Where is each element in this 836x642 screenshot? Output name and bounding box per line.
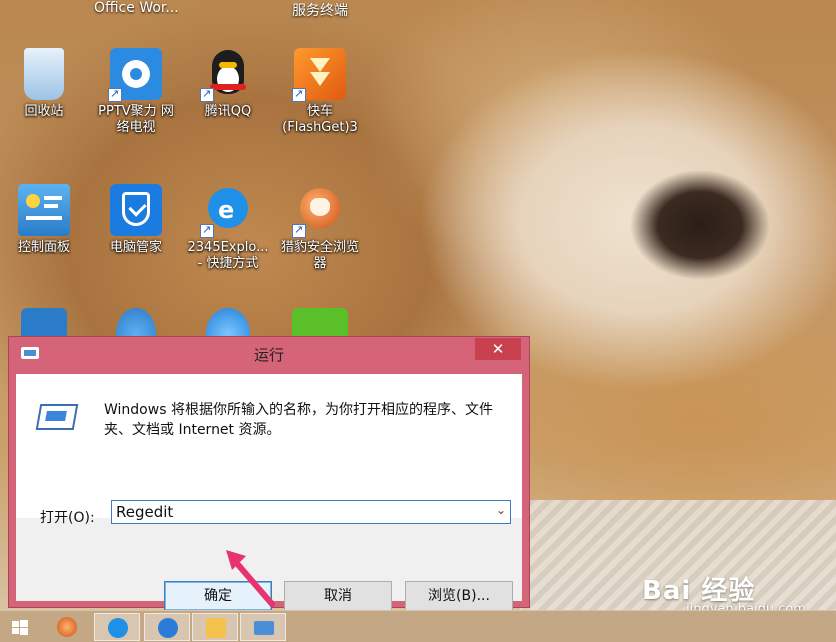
liebao-browser-icon [292,184,346,238]
cancel-button[interactable]: 取消 [284,581,392,611]
run-dialog-content-area [16,374,522,518]
taskbar-ie[interactable] [94,613,140,641]
desktop-icon-label: 2345Explo... - 快捷方式 [187,240,269,271]
taskbar [0,610,836,642]
flashget-icon [292,48,346,102]
recycle-bin-icon [24,48,64,100]
taskbar-liebao[interactable] [44,613,90,641]
chevron-down-icon[interactable]: ⌄ [496,503,506,517]
run-program-icon [35,404,79,432]
desktop-icon-liebao-browser[interactable]: 猎豹安全浏览器 [276,184,364,272]
pc-manager-icon [110,184,162,236]
run-description: Windows 将根据你所输入的名称，为你打开相应的程序、文件夹、文档或 Int… [104,402,493,438]
desktop-icon-pptv[interactable]: PPTV聚力 网络电视 [92,48,180,136]
browse-button[interactable]: 浏览(B)... [405,581,513,611]
close-icon: ✕ [491,340,505,358]
shortcut-arrow-icon [200,86,214,102]
desktop-icon-label: 控制面板 [17,240,70,255]
ie-browser-icon [108,618,128,638]
desktop-icon-flashget[interactable]: 快车 (FlashGet)3 [276,48,364,136]
desktop-icon-label: 猎豹安全浏览器 [280,240,359,271]
shortcut-arrow-icon [292,86,306,102]
run-dialog-title: 运行 [253,346,284,364]
desktop-icon-pc-manager[interactable]: 电脑管家 [92,184,180,256]
shortcut-arrow-icon [200,222,214,238]
desktop-icon-label: 腾讯QQ [204,104,252,119]
desktop-label-office-word[interactable]: Office Wor... [94,0,179,16]
control-panel-icon [18,184,70,236]
taskbar-run[interactable] [240,613,286,641]
desktop-icon-label: 回收站 [24,104,64,119]
close-button[interactable]: ✕ [475,338,521,360]
desktop-icon-label: PPTV聚力 网络电视 [98,104,174,135]
shortcut-arrow-icon [108,86,122,102]
desktop-icon-label: 快车 (FlashGet)3 [282,104,358,135]
pptv-icon [108,48,162,102]
desktop-icon-label: 电脑管家 [109,240,162,255]
liebao-browser-icon [57,617,77,637]
ie-browser-icon [158,618,178,638]
run-app-icon [254,621,274,635]
desktop-icon-qq[interactable]: 腾讯QQ [184,48,272,120]
taskbar-file-explorer[interactable] [192,613,238,641]
open-combobox[interactable]: Regedit ⌄ [111,500,511,524]
open-label: 打开(O): [40,510,95,526]
folder-icon [206,618,226,638]
desktop-icon-control-panel[interactable]: 控制面板 [0,184,88,256]
desktop-label-service-terminal[interactable]: 服务终端 [292,0,348,20]
start-button[interactable] [0,613,40,641]
shortcut-arrow-icon [292,222,306,238]
open-input-value[interactable]: Regedit [116,503,173,521]
desktop-icon-2345-explorer[interactable]: e 2345Explo... - 快捷方式 [184,184,272,272]
desktop-icon-recycle-bin[interactable]: 回收站 [0,48,88,120]
annotation-arrow-icon [226,550,275,607]
run-dialog-titlebar[interactable]: 运行 ✕ [9,337,529,371]
ie-browser-icon: e [200,184,254,238]
taskbar-2345-explorer[interactable] [144,613,190,641]
qq-penguin-icon [200,48,254,102]
